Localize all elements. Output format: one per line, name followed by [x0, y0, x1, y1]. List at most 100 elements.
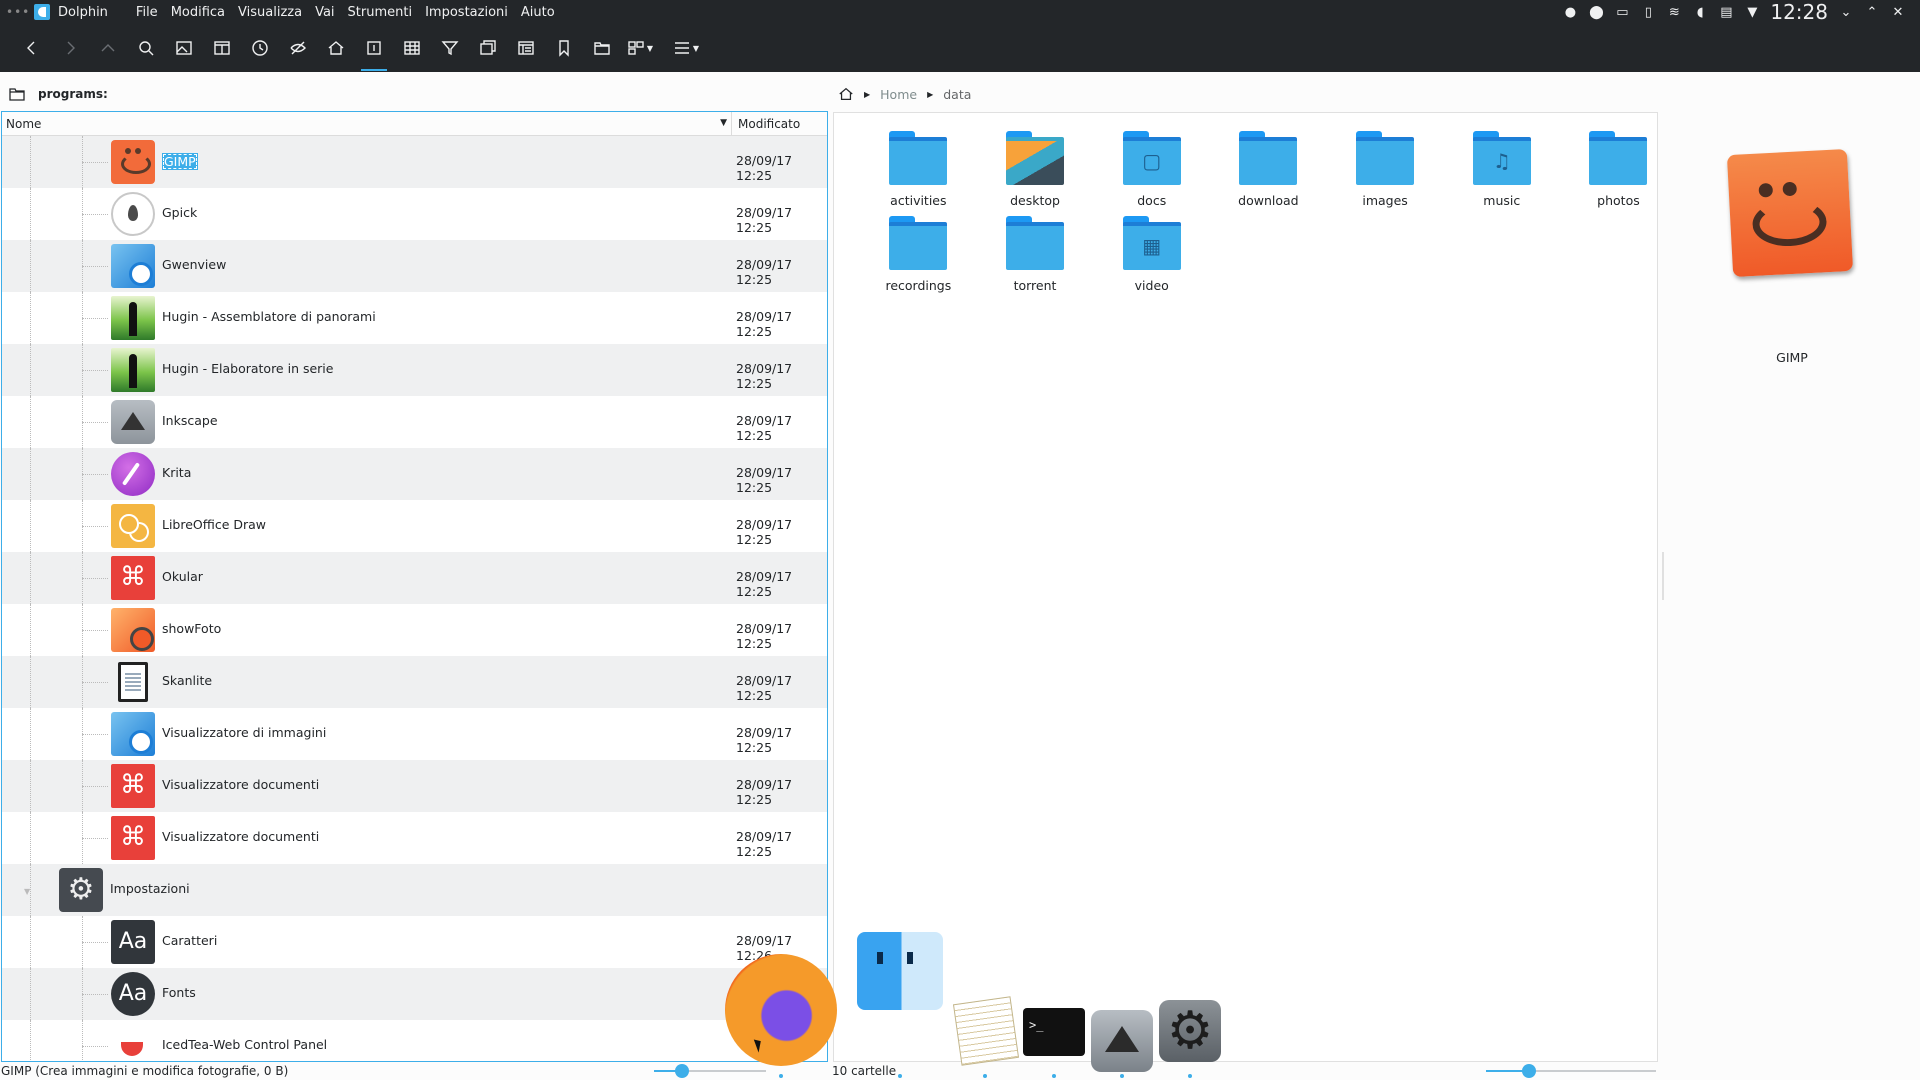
folder-desktop-icon — [1006, 129, 1065, 187]
file-name: Caratteri — [162, 933, 218, 948]
firefox-icon[interactable] — [725, 954, 837, 1066]
terminal-icon[interactable]: >_ — [1023, 1008, 1085, 1056]
table-row[interactable]: showFoto 28/09/17 12:25 — [2, 604, 827, 656]
menu-aiuto[interactable]: Aiuto — [521, 5, 555, 20]
folder-tile[interactable]: download — [1210, 129, 1327, 208]
chevron-up-icon[interactable]: ⌃ — [1864, 5, 1880, 20]
drop-icon[interactable]: ● — [1562, 5, 1578, 20]
menu-visualizza[interactable]: Visualizza — [238, 5, 302, 20]
view-mode-icon — [628, 41, 644, 55]
splitter-handle[interactable] — [1662, 552, 1664, 600]
gpick-icon-shape — [111, 192, 155, 236]
right-file-pane[interactable]: activities desktop ▢ docs download images ♫ mus… — [833, 112, 1658, 1062]
menu-modifica[interactable]: Modifica — [171, 5, 225, 20]
table-row[interactable]: Visualizzatore documenti 28/09/17 12:25 — [2, 812, 827, 864]
left-file-pane[interactable]: Nome ▼ Modificato GIMP 28/09/17 12:25 Gpic… — [1, 111, 828, 1062]
file-name: showFoto — [162, 621, 222, 636]
clipboard-icon[interactable]: ▤ — [1718, 5, 1734, 20]
breadcrumb-current[interactable]: data — [943, 87, 971, 102]
notifications-icon[interactable]: ▼ — [1744, 5, 1760, 20]
hamburger-menu-button[interactable]: ▼ — [667, 29, 705, 67]
circle-icon[interactable]: ⬤ — [1588, 5, 1604, 20]
table-row[interactable]: Gpick 28/09/17 12:25 — [2, 188, 827, 240]
folder-tile[interactable]: activities — [860, 129, 977, 208]
breadcrumb-home[interactable]: Home — [880, 87, 917, 102]
folder-tile[interactable]: images — [1327, 129, 1444, 208]
folder-icon — [1356, 129, 1415, 187]
preview-button[interactable] — [165, 29, 203, 67]
menu-file[interactable]: File — [136, 5, 158, 20]
app-name: Dolphin — [58, 4, 108, 20]
folder-tile[interactable]: photos — [1560, 129, 1677, 208]
table-row[interactable]: Visualizzatore di immagini 28/09/17 12:25 — [2, 708, 827, 760]
table-row[interactable]: GIMP 28/09/17 12:25 — [2, 136, 827, 188]
table-row[interactable]: Gwenview 28/09/17 12:25 — [2, 240, 827, 292]
bookmark-button[interactable] — [545, 29, 583, 67]
table-row[interactable]: ▼ Impostazioni — [2, 864, 827, 916]
back-button[interactable] — [13, 29, 51, 67]
split-button[interactable] — [203, 29, 241, 67]
table-row[interactable]: Hugin - Assemblatore di panorami 28/09/17… — [2, 292, 827, 344]
new-window-button[interactable] — [469, 29, 507, 67]
table-row[interactable]: Skanlite 28/09/17 12:25 — [2, 656, 827, 708]
zoom-slider-left[interactable] — [654, 1064, 766, 1078]
table-row[interactable]: Krita 28/09/17 12:25 — [2, 448, 827, 500]
folder-tile[interactable]: ▢ docs — [1093, 129, 1210, 208]
column-name[interactable]: Nome ▼ — [2, 112, 732, 135]
device-icon[interactable]: ▯ — [1640, 5, 1656, 20]
table-row[interactable]: Visualizzatore documenti 28/09/17 12:25 — [2, 760, 827, 812]
textedit-icon[interactable] — [952, 996, 1020, 1066]
finder-icon[interactable] — [857, 932, 943, 1010]
slider-knob[interactable] — [1521, 1064, 1536, 1078]
zoom-slider-right[interactable] — [1486, 1064, 1656, 1078]
tree-line — [30, 448, 31, 500]
close-icon[interactable]: ✕ — [1890, 5, 1906, 20]
showfoto-icon — [110, 607, 156, 653]
wifi-icon[interactable]: ≋ — [1666, 5, 1682, 20]
hidden-files-button[interactable] — [279, 29, 317, 67]
up-button[interactable] — [89, 29, 127, 67]
filter-button[interactable] — [431, 29, 469, 67]
table-row[interactable]: Aa Fonts — [2, 968, 827, 1020]
split-view-icon — [214, 41, 230, 55]
collapse-icon[interactable]: ▼ — [24, 887, 30, 896]
panels-button[interactable] — [507, 29, 545, 67]
window-menu-icon[interactable]: ••• — [0, 5, 29, 19]
menu-strumenti[interactable]: Strumenti — [348, 5, 413, 20]
tree-line — [30, 344, 31, 396]
gwenview-icon-shape — [111, 712, 155, 756]
table-row[interactable]: Aa Caratteri 28/09/17 12:26 — [2, 916, 827, 968]
volume-icon[interactable]: ◖ — [1692, 5, 1708, 20]
menu-impostazioni[interactable]: Impostazioni — [425, 5, 508, 20]
table-row[interactable]: IcedTea-Web Control Panel — [2, 1020, 827, 1061]
file-name: Hugin - Elaboratore in serie — [162, 361, 334, 376]
details-view-button[interactable] — [355, 29, 393, 71]
chevron-down-icon[interactable]: ⌄ — [1838, 5, 1854, 20]
column-modified[interactable]: Modificato — [732, 117, 800, 131]
recent-button[interactable] — [241, 29, 279, 67]
home-button[interactable] — [317, 29, 355, 67]
table-row[interactable]: Inkscape 28/09/17 12:25 — [2, 396, 827, 448]
search-button[interactable] — [127, 29, 165, 67]
open-folder-button[interactable] — [583, 29, 621, 67]
table-row[interactable]: LibreOffice Draw 28/09/17 12:25 — [2, 500, 827, 552]
battery-icon[interactable]: ▭ — [1614, 5, 1630, 20]
menu-vai[interactable]: Vai — [315, 5, 334, 20]
table-row[interactable]: Hugin - Elaboratore in serie 28/09/17 12:… — [2, 344, 827, 396]
file-name: LibreOffice Draw — [162, 517, 267, 532]
clock[interactable]: 12:28 — [1770, 0, 1828, 24]
folder-tile[interactable]: recordings — [860, 214, 977, 293]
home-icon[interactable] — [838, 86, 854, 102]
tree-branch — [82, 422, 108, 423]
compact-view-button[interactable] — [393, 29, 431, 67]
folder-tile[interactable]: ♫ music — [1443, 129, 1560, 208]
forward-button[interactable] — [51, 29, 89, 67]
folder-tile[interactable]: torrent — [977, 214, 1094, 293]
folder-tile[interactable]: desktop — [977, 129, 1094, 208]
view-mode-button[interactable]: ▼ — [621, 29, 659, 67]
table-row[interactable]: Okular 28/09/17 12:25 — [2, 552, 827, 604]
slider-knob[interactable] — [675, 1064, 689, 1078]
folder-tile[interactable]: ▦ video — [1093, 214, 1210, 293]
system-settings-icon[interactable]: ⚙ — [1159, 1000, 1221, 1062]
up-icon — [101, 44, 115, 52]
